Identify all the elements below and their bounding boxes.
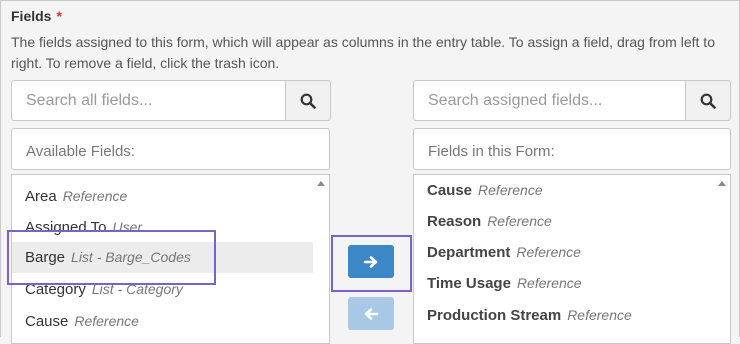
field-name: Area bbox=[25, 188, 57, 205]
field-name: Department bbox=[427, 244, 511, 261]
available-field-item[interactable]: Cause Reference bbox=[12, 306, 313, 337]
move-right-button[interactable] bbox=[348, 245, 394, 278]
field-name: Cause bbox=[427, 182, 473, 199]
arrow-right-icon bbox=[363, 255, 378, 268]
available-search bbox=[11, 80, 331, 121]
assigned-search-button[interactable] bbox=[685, 80, 731, 121]
field-type: List - Barge_Codes bbox=[71, 249, 191, 265]
assigned-search-input[interactable] bbox=[413, 80, 685, 121]
assigned-search bbox=[413, 80, 731, 121]
assigned-scrollbar[interactable] bbox=[714, 175, 730, 343]
field-type: List - Category bbox=[91, 281, 183, 297]
field-name: Assigned To bbox=[25, 219, 107, 236]
assigned-fields-list[interactable]: Cause Reference Reason Reference Departmen… bbox=[413, 174, 731, 344]
field-type: User bbox=[112, 219, 143, 235]
available-search-button[interactable] bbox=[285, 80, 331, 121]
available-fields-header: Available Fields: bbox=[11, 128, 330, 170]
assigned-fields-header: Fields in this Form: bbox=[413, 128, 731, 170]
assigned-field-item[interactable]: Production Stream Reference bbox=[414, 300, 714, 331]
move-left-button[interactable] bbox=[348, 297, 394, 330]
assigned-field-item[interactable]: Cause Reference bbox=[414, 175, 714, 206]
field-name: Time Usage bbox=[427, 275, 511, 292]
available-fields-list[interactable]: Area Reference Assigned To User Barge List … bbox=[11, 174, 330, 344]
field-type: Reference bbox=[74, 313, 139, 329]
assigned-field-item[interactable]: Time Usage Reference bbox=[414, 268, 714, 299]
required-marker: * bbox=[56, 8, 62, 24]
available-scrollbar[interactable] bbox=[313, 175, 329, 343]
field-type: Reference bbox=[516, 244, 581, 260]
search-icon bbox=[700, 93, 716, 109]
field-name: Barge bbox=[25, 249, 66, 266]
assigned-field-item[interactable]: Department Reference bbox=[414, 237, 714, 268]
fields-title: Fields * bbox=[11, 8, 62, 24]
available-search-input[interactable] bbox=[11, 80, 285, 121]
fields-label: Fields bbox=[11, 8, 52, 24]
field-name: Production Stream bbox=[427, 307, 562, 324]
field-type: Reference bbox=[487, 213, 552, 229]
field-type: Reference bbox=[516, 275, 582, 291]
field-type: Reference bbox=[62, 188, 128, 204]
arrow-left-icon bbox=[364, 307, 379, 320]
field-name: Reason bbox=[427, 213, 482, 230]
fields-description: The fields assigned to this form, which … bbox=[11, 34, 715, 71]
available-field-item[interactable]: Area Reference bbox=[12, 181, 313, 212]
field-type: Reference bbox=[567, 307, 632, 323]
scroll-up-icon[interactable] bbox=[317, 181, 325, 186]
field-name: Cause bbox=[25, 313, 69, 330]
search-icon bbox=[300, 93, 316, 109]
field-name: Category bbox=[25, 281, 86, 298]
available-field-item[interactable]: Assigned To User bbox=[12, 212, 313, 243]
field-type: Reference bbox=[478, 182, 543, 198]
available-field-item-selected[interactable]: Barge List - Barge_Codes bbox=[12, 242, 313, 273]
available-field-item[interactable]: Category List - Category bbox=[12, 274, 313, 305]
scroll-up-icon[interactable] bbox=[718, 181, 726, 186]
assigned-field-item[interactable]: Reason Reference bbox=[414, 206, 714, 237]
